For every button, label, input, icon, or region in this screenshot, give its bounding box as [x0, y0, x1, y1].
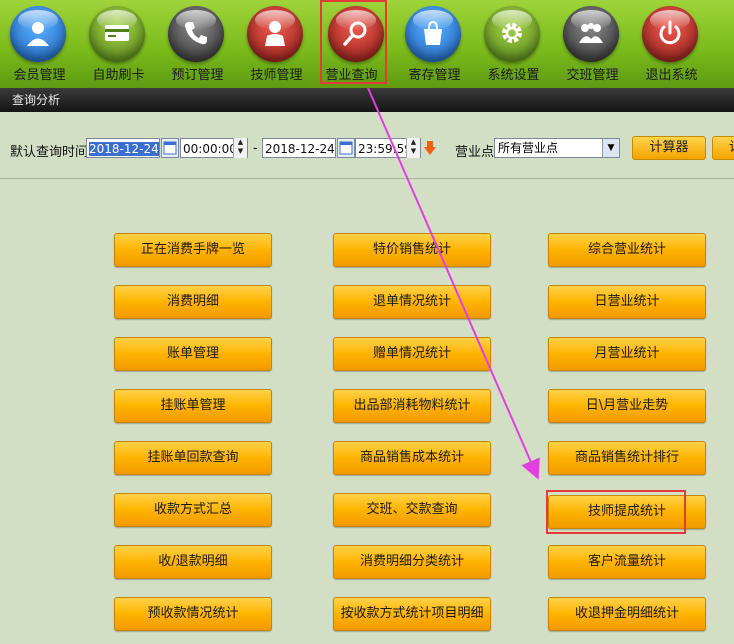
end-time-spinner[interactable]: ▲ ▼: [406, 138, 420, 158]
report-button[interactable]: 日营业统计: [548, 285, 706, 319]
divider: [0, 178, 734, 179]
report-button[interactable]: 日\月营业走势: [548, 389, 706, 423]
toolbar-label: 技师管理: [250, 68, 303, 83]
report-button[interactable]: 挂账单回款查询: [114, 441, 272, 475]
toolbar-handover[interactable]: 交班管理: [553, 0, 632, 88]
report-button[interactable]: 客户流量统计: [548, 545, 706, 579]
top-toolbar: 会员管理 自助刷卡 预订管理 技师管理 营业查询 寄存管理 系统设置 交班管理 …: [0, 0, 734, 88]
gear-icon: [484, 6, 540, 62]
report-button[interactable]: 出品部消耗物料统计: [333, 389, 491, 423]
outlet-value: 所有营业点: [498, 141, 559, 155]
handover-icon: [563, 6, 619, 62]
card-icon: [89, 6, 145, 62]
end-date-value: 2018-12-24: [265, 142, 335, 156]
page-title: 查询分析: [0, 88, 734, 112]
report-button[interactable]: 交班、交款查询: [333, 493, 491, 527]
toolbar-member[interactable]: 会员管理: [0, 0, 79, 88]
report-button[interactable]: 收款方式汇总: [114, 493, 272, 527]
start-time-input[interactable]: 00:00:00 ▲ ▼: [180, 138, 248, 158]
report-button[interactable]: 特价销售统计: [333, 233, 491, 267]
report-button[interactable]: 商品销售统计排行: [548, 441, 706, 475]
report-button[interactable]: 赠单情况统计: [333, 337, 491, 371]
extra-button[interactable]: 计: [712, 136, 734, 160]
report-button[interactable]: 商品销售成本统计: [333, 441, 491, 475]
outlet-label: 营业点: [455, 145, 495, 160]
report-button[interactable]: 消费明细分类统计: [333, 545, 491, 579]
start-time-value: 00:00:00: [183, 142, 237, 156]
calculator-button[interactable]: 计算器: [632, 136, 706, 160]
report-button[interactable]: 综合营业统计: [548, 233, 706, 267]
bag-icon: [405, 6, 461, 62]
toolbar-exit[interactable]: 退出系统: [632, 0, 711, 88]
toolbar-label: 营业查询: [325, 68, 378, 83]
start-time-spinner[interactable]: ▲ ▼: [233, 138, 247, 158]
range-separator: -: [253, 141, 258, 156]
arrow-down-icon[interactable]: [423, 140, 437, 156]
query-bar: 默认查询时间 2018-12-24 00:00:00 ▲ ▼ - 2018-12-…: [0, 112, 734, 178]
end-date-input[interactable]: 2018-12-24: [262, 138, 336, 158]
end-time-value: 23:59:59: [358, 142, 412, 156]
power-icon: [642, 6, 698, 62]
toolbar-label: 交班管理: [566, 68, 619, 83]
report-button[interactable]: 按收款方式统计项目明细: [333, 597, 491, 631]
member-icon: [10, 6, 66, 62]
start-calendar-icon[interactable]: [161, 138, 179, 158]
date-label: 默认查询时间: [10, 145, 89, 160]
start-date-value: 2018-12-24: [89, 142, 159, 156]
toolbar-technician[interactable]: 技师管理: [237, 0, 316, 88]
report-button[interactable]: 预收款情况统计: [114, 597, 272, 631]
toolbar-label: 预订管理: [171, 68, 224, 83]
toolbar-business-query[interactable]: 营业查询: [318, 0, 397, 88]
report-button[interactable]: 月营业统计: [548, 337, 706, 371]
highlight-box: [546, 490, 686, 534]
report-button[interactable]: 收退押金明细统计: [548, 597, 706, 631]
report-button[interactable]: 账单管理: [114, 337, 272, 371]
report-button[interactable]: 挂账单管理: [114, 389, 272, 423]
toolbar-label: 自助刷卡: [92, 68, 145, 83]
toolbar-self-card[interactable]: 自助刷卡: [79, 0, 158, 88]
toolbar-label: 系统设置: [487, 68, 540, 83]
phone-icon: [168, 6, 224, 62]
toolbar-label: 寄存管理: [408, 68, 461, 83]
toolbar-booking[interactable]: 预订管理: [158, 0, 237, 88]
outlet-select[interactable]: 所有营业点 ▼: [494, 138, 620, 158]
report-button[interactable]: 收/退款明细: [114, 545, 272, 579]
toolbar-label: 退出系统: [645, 68, 698, 83]
search-icon: [328, 6, 384, 62]
report-button[interactable]: 正在消费手牌一览: [114, 233, 272, 267]
end-calendar-icon[interactable]: [337, 138, 355, 158]
technician-icon: [247, 6, 303, 62]
start-date-input[interactable]: 2018-12-24: [86, 138, 160, 158]
report-button[interactable]: 消费明细: [114, 285, 272, 319]
toolbar-storage[interactable]: 寄存管理: [395, 0, 474, 88]
toolbar-label: 会员管理: [13, 68, 66, 83]
report-button[interactable]: 退单情况统计: [333, 285, 491, 319]
end-time-input[interactable]: 23:59:59 ▲ ▼: [355, 138, 421, 158]
toolbar-settings[interactable]: 系统设置: [474, 0, 553, 88]
chevron-down-icon[interactable]: ▼: [602, 139, 619, 157]
